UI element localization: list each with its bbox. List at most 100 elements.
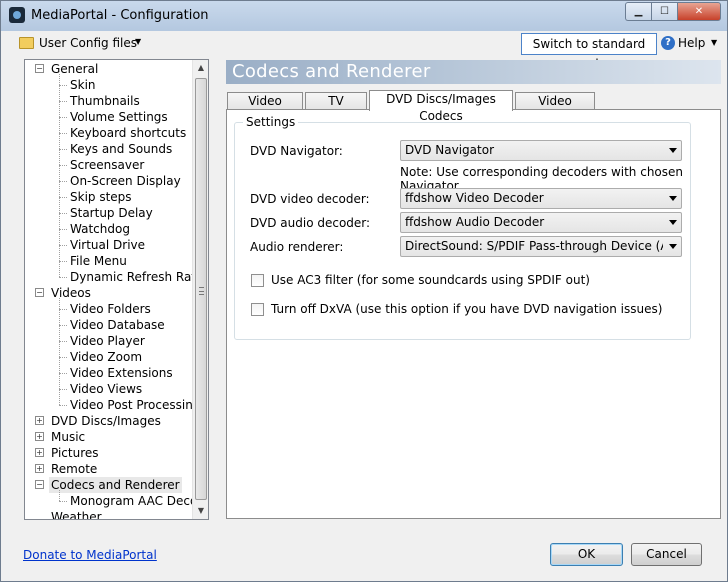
audio-renderer-select[interactable]: DirectSound: S/PDIF Pass-through Device … xyxy=(400,236,682,257)
tree-category[interactable]: Codecs and Renderer xyxy=(49,477,182,493)
ac3-filter-checkbox[interactable] xyxy=(251,274,264,287)
title-bar[interactable]: MediaPortal - Configuration ▁ ☐ ✕ xyxy=(1,1,727,31)
tree-item[interactable]: Virtual Drive xyxy=(68,237,147,253)
help-icon[interactable]: ? xyxy=(661,36,675,50)
tree-item-label: Music xyxy=(51,430,86,444)
dropdown-arrow-icon xyxy=(669,244,677,249)
tree-category[interactable]: Videos xyxy=(49,285,93,301)
cancel-button[interactable]: Cancel xyxy=(631,543,702,566)
dropdown-arrow-icon xyxy=(669,148,677,153)
dvd-audio-decoder-select[interactable]: ffdshow Audio Decoder xyxy=(400,212,682,233)
tree-item[interactable]: On-Screen Display xyxy=(68,173,183,189)
turn-off-dxva-label[interactable]: Turn off DxVA (use this option if you ha… xyxy=(271,302,662,316)
collapse-icon[interactable]: − xyxy=(35,288,44,297)
minimize-button[interactable]: ▁ xyxy=(625,2,651,21)
dvd-navigator-select[interactable]: DVD Navigator xyxy=(400,140,682,161)
tree-connector xyxy=(59,101,67,102)
tree-category[interactable]: Music xyxy=(49,429,87,445)
toolbar: User Config files ▼ Switch to standard m… xyxy=(9,31,721,71)
maximize-button[interactable]: ☐ xyxy=(651,2,677,21)
tree-connector xyxy=(59,245,67,246)
tree-connector xyxy=(59,357,67,358)
donate-link[interactable]: Donate to MediaPortal xyxy=(23,548,157,562)
audio-renderer-label: Audio renderer: xyxy=(250,240,344,254)
tree-category[interactable]: General xyxy=(49,61,100,77)
expand-icon[interactable]: + xyxy=(35,416,44,425)
user-config-files-menu[interactable]: User Config files xyxy=(39,36,137,50)
tree-item-label: Video Database xyxy=(70,318,165,332)
tree-item[interactable]: Video Extensions xyxy=(68,365,175,381)
tree-item[interactable]: Video Player xyxy=(68,333,147,349)
help-menu[interactable]: Help xyxy=(678,36,705,50)
tree-item-label: Video Post Processing xyxy=(70,398,193,412)
collapse-icon[interactable]: − xyxy=(35,64,44,73)
tree-connector xyxy=(59,277,67,278)
tree-item[interactable]: Skin xyxy=(68,77,98,93)
tree-connector xyxy=(59,298,60,405)
tree-item-label: Virtual Drive xyxy=(70,238,146,252)
tree-item[interactable]: Startup Delay xyxy=(68,205,155,221)
dvd-video-decoder-value: ffdshow Video Decoder xyxy=(405,191,544,205)
window-controls: ▁ ☐ ✕ xyxy=(625,2,721,21)
tree-item[interactable]: Keys and Sounds xyxy=(68,141,174,157)
close-icon: ✕ xyxy=(694,6,704,17)
tree-item[interactable]: Volume Settings xyxy=(68,109,170,125)
tree-item[interactable]: Dynamic Refresh Rate xyxy=(68,269,193,285)
folder-icon xyxy=(19,37,34,49)
tree-category[interactable]: Pictures xyxy=(49,445,101,461)
tab-dvd-discs-images-codecs[interactable]: DVD Discs/Images Codecs xyxy=(369,90,513,123)
tree-item[interactable]: Video Zoom xyxy=(68,349,144,365)
collapse-icon[interactable]: − xyxy=(35,480,44,489)
tree-item-label: Screensaver xyxy=(70,158,145,172)
tree-connector xyxy=(59,117,67,118)
expand-icon[interactable]: + xyxy=(35,432,44,441)
scroll-down-arrow-icon[interactable]: ▼ xyxy=(193,503,208,519)
tree-item[interactable]: Video Folders xyxy=(68,301,153,317)
tree-item[interactable]: Keyboard shortcuts xyxy=(68,125,188,141)
tree-scrollbar[interactable]: ▲ ▼ xyxy=(192,60,208,519)
tree-item-label: Thumbnails xyxy=(70,94,140,108)
help-chevron-down-icon[interactable]: ▼ xyxy=(711,38,717,47)
ok-button[interactable]: OK xyxy=(550,543,623,566)
grip-icon xyxy=(199,287,204,295)
tree-content: General − Skin Thumbnails Volume Settings Key… xyxy=(25,60,193,519)
close-button[interactable]: ✕ xyxy=(677,2,721,21)
tree-item[interactable]: Video Post Processing xyxy=(68,397,193,413)
tree-item-label: Remote xyxy=(51,462,98,476)
tree-item[interactable]: Monogram AAC Decoder xyxy=(68,493,193,509)
turn-off-dxva-checkbox[interactable] xyxy=(251,303,264,316)
tree-category[interactable]: Weather xyxy=(49,509,104,519)
tree-item[interactable]: Video Database xyxy=(68,317,167,333)
ac3-filter-label[interactable]: Use AC3 filter (for some soundcards usin… xyxy=(271,273,590,287)
tree-connector xyxy=(59,181,67,182)
tree-item-label: Keys and Sounds xyxy=(70,142,173,156)
chevron-down-icon[interactable]: ▼ xyxy=(135,37,141,46)
dvd-video-decoder-select[interactable]: ffdshow Video Decoder xyxy=(400,188,682,209)
tree-item[interactable]: Screensaver xyxy=(68,157,146,173)
tree-item-label: Videos xyxy=(51,286,91,300)
scrollbar-thumb[interactable] xyxy=(195,78,207,500)
tree-connector xyxy=(59,373,67,374)
tree-connector xyxy=(59,85,67,86)
tree-item-label: Startup Delay xyxy=(70,206,153,220)
tree-item[interactable]: Thumbnails xyxy=(68,93,142,109)
tree-item-label: Pictures xyxy=(51,446,99,460)
maximize-icon: ☐ xyxy=(660,6,669,17)
tree-category[interactable]: DVD Discs/Images xyxy=(49,413,163,429)
dvd-navigator-label: DVD Navigator: xyxy=(250,144,343,158)
scroll-up-arrow-icon[interactable]: ▲ xyxy=(193,60,208,76)
expand-icon[interactable]: + xyxy=(35,464,44,473)
tree-item-label: Monogram AAC Decoder xyxy=(70,494,193,508)
tree-item[interactable]: File Menu xyxy=(68,253,129,269)
tree-category[interactable]: Remote xyxy=(49,461,99,477)
tree-connector xyxy=(59,229,67,230)
tree-item-label: Video Folders xyxy=(70,302,151,316)
expand-icon[interactable]: + xyxy=(35,448,44,457)
switch-to-standard-mode-button[interactable]: Switch to standard mode xyxy=(521,33,657,71)
dvd-codecs-panel: Settings DVD Navigator: DVD Navigator No… xyxy=(226,109,721,519)
minimize-icon: ▁ xyxy=(634,6,643,17)
main-window: MediaPortal - Configuration ▁ ☐ ✕ User C… xyxy=(0,0,728,582)
tree-item[interactable]: Skip steps xyxy=(68,189,134,205)
tree-item[interactable]: Watchdog xyxy=(68,221,132,237)
tree-item[interactable]: Video Views xyxy=(68,381,144,397)
